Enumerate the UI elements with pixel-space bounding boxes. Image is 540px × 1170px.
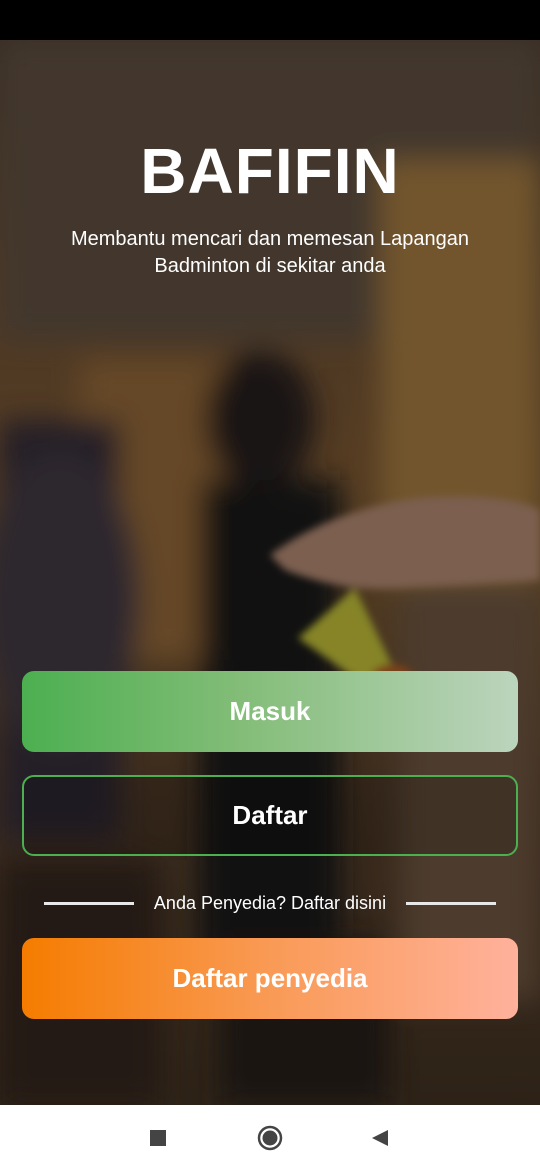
login-button[interactable]: Masuk [22,671,518,752]
provider-prompt-text: Anda Penyedia? Daftar disini [153,892,387,913]
register-button[interactable]: Daftar [22,775,518,856]
system-navigation-bar [0,1105,540,1170]
login-button-label: Masuk [229,696,311,726]
divider-line-left [44,901,134,905]
provider-register-button[interactable]: Daftar penyedia [22,938,518,1019]
recents-square-icon[interactable] [145,1125,171,1151]
provider-register-button-label: Daftar penyedia [172,963,368,993]
back-triangle-icon[interactable] [367,1125,393,1151]
status-bar [0,0,540,40]
divider-line-right [406,901,496,905]
app-tagline: Membantu mencari dan memesan Lapangan Ba… [70,228,470,277]
register-button-label: Daftar [232,800,308,830]
provider-divider: Anda Penyedia? Daftar disini [44,890,496,916]
app-title: BAFIFIN [140,135,400,207]
home-circle-icon[interactable] [257,1125,283,1151]
